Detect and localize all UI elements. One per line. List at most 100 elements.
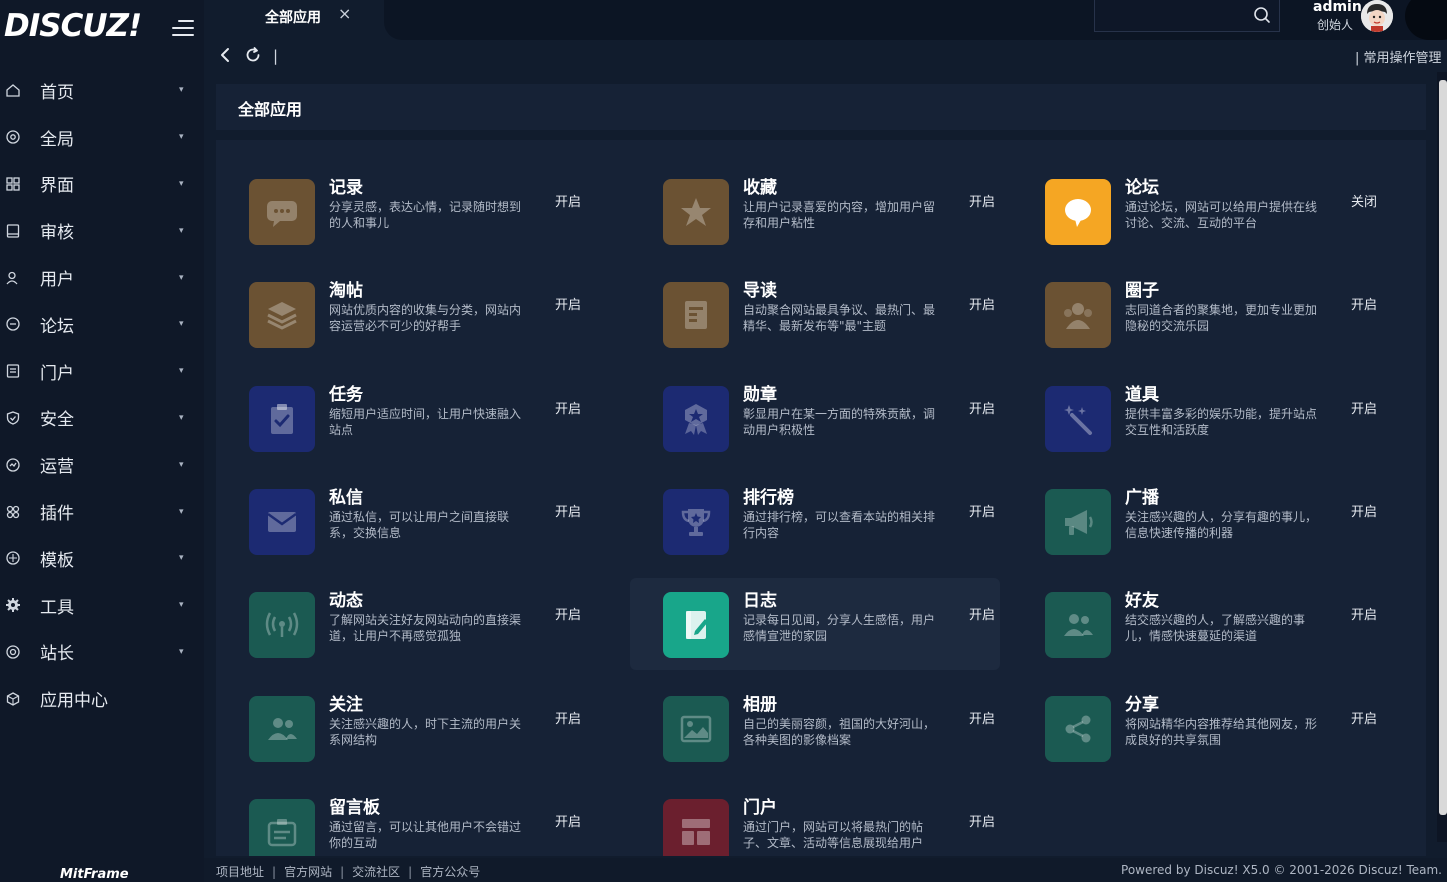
clipboard-check-icon[interactable]: [249, 385, 315, 452]
quick-ops-link[interactable]: | 常用操作管理: [1355, 47, 1442, 66]
app-name[interactable]: 好友: [1125, 586, 1159, 611]
app-card[interactable]: 论坛 通过论坛，网站可以给用户提供在线讨论、交流、互动的平台 关闭: [1012, 165, 1382, 257]
app-name[interactable]: 私信: [329, 483, 363, 508]
layers-icon[interactable]: [249, 282, 315, 349]
app-card[interactable]: 关注 关注感兴趣的人，时下主流的用户关系网结构 开启: [216, 682, 586, 774]
app-name[interactable]: 收藏: [743, 173, 777, 198]
menu-toggle-icon[interactable]: [172, 18, 194, 38]
footer-link[interactable]: 官方网站: [284, 865, 332, 879]
tab-all-apps[interactable]: 全部应用 ×: [238, 0, 384, 40]
app-status-toggle[interactable]: 开启: [1351, 398, 1377, 417]
app-status-toggle[interactable]: 开启: [969, 604, 995, 623]
app-status-toggle[interactable]: 开启: [555, 708, 581, 727]
app-status-toggle[interactable]: 开启: [555, 604, 581, 623]
sidebar-item[interactable]: 审核 ▾: [0, 207, 204, 254]
app-name[interactable]: 道具: [1125, 380, 1159, 405]
app-name[interactable]: 关注: [329, 690, 363, 715]
avatar[interactable]: [1361, 0, 1393, 32]
sidebar-item[interactable]: 界面 ▾: [0, 161, 204, 208]
envelope-icon[interactable]: [249, 488, 315, 555]
sidebar-item[interactable]: 模板 ▾: [0, 535, 204, 582]
app-card[interactable]: 淘帖 网站优质内容的收集与分类，网站内容运营必不可少的好帮手 开启: [216, 268, 586, 360]
app-card[interactable]: 相册 自己的美丽容颜，祖国的大好河山，各种美图的影像档案 开启: [630, 682, 1000, 774]
refresh-icon[interactable]: [244, 46, 262, 64]
app-card[interactable]: 门户 通过门户，网站可以将最热门的帖子、文章、活动等信息展现给用户 开启: [630, 785, 1000, 856]
app-status-toggle[interactable]: 开启: [969, 398, 995, 417]
group-icon[interactable]: [1045, 282, 1111, 349]
sidebar-item[interactable]: 运营 ▾: [0, 441, 204, 488]
app-name[interactable]: 勋章: [743, 380, 777, 405]
app-card[interactable]: 动态 了解网站关注好友网站动向的直接渠道，让用户不再感觉孤独 开启: [216, 578, 586, 670]
sidebar-item[interactable]: 应用中心: [0, 675, 204, 722]
app-name[interactable]: 记录: [329, 173, 363, 198]
sidebar-item[interactable]: 站长 ▾: [0, 629, 204, 676]
app-card[interactable]: 勋章 彰显用户在某一方面的特殊贡献，调动用户积极性 开启: [630, 372, 1000, 464]
chat-bubble-icon[interactable]: [249, 179, 315, 245]
footer-link[interactable]: 项目地址: [216, 865, 264, 879]
app-card[interactable]: 圈子 志同道合者的聚集地，更加专业更加隐秘的交流乐园 开启: [1012, 268, 1382, 360]
logo[interactable]: DISCUZ!: [4, 8, 142, 44]
sidebar-item[interactable]: 插件 ▾: [0, 488, 204, 535]
sidebar-item[interactable]: 用户 ▾: [0, 254, 204, 301]
app-status-toggle[interactable]: 开启: [555, 294, 581, 313]
app-name[interactable]: 论坛: [1125, 173, 1159, 198]
app-status-toggle[interactable]: 开启: [1351, 604, 1377, 623]
trophy-icon[interactable]: [663, 488, 729, 555]
app-status-toggle[interactable]: 开启: [969, 811, 995, 830]
sidebar-item[interactable]: 全局 ▾: [0, 114, 204, 161]
broadcast-icon[interactable]: [249, 592, 315, 659]
document-icon[interactable]: [663, 282, 729, 349]
app-name[interactable]: 导读: [743, 276, 777, 301]
image-icon[interactable]: [663, 695, 729, 762]
follow-icon[interactable]: [249, 695, 315, 762]
tab-close-icon[interactable]: ×: [338, 4, 351, 23]
app-name[interactable]: 任务: [329, 380, 363, 405]
footer-link[interactable]: 官方公众号: [420, 865, 480, 879]
app-status-toggle[interactable]: 开启: [555, 811, 581, 830]
app-status-toggle[interactable]: 开启: [969, 294, 995, 313]
magic-wand-icon[interactable]: [1045, 385, 1111, 452]
app-card[interactable]: 排行榜 通过排行榜，可以查看本站的相关排行内容 开启: [630, 475, 1000, 567]
app-card[interactable]: 记录 分享灵感，表达心情，记录随时想到的人和事儿 开启: [216, 165, 586, 257]
app-status-toggle[interactable]: 开启: [555, 398, 581, 417]
portal-grid-icon[interactable]: [663, 798, 729, 856]
app-name[interactable]: 相册: [743, 690, 777, 715]
app-name[interactable]: 分享: [1125, 690, 1159, 715]
speech-icon[interactable]: [1045, 179, 1111, 245]
app-card[interactable]: 日志 记录每日见闻，分享人生感悟，用户感情宣泄的家园 开启: [630, 578, 1000, 671]
app-name[interactable]: 门户: [743, 793, 777, 818]
scrollbar-thumb[interactable]: [1439, 80, 1447, 815]
app-status-toggle[interactable]: 开启: [969, 501, 995, 520]
app-status-toggle[interactable]: 关闭: [1351, 191, 1377, 210]
footer-link[interactable]: 交流社区: [352, 865, 400, 879]
app-name[interactable]: 排行榜: [743, 483, 794, 508]
app-card[interactable]: 道具 提供丰富多彩的娱乐功能，提升站点交互性和活跃度 开启: [1012, 372, 1382, 464]
app-status-toggle[interactable]: 开启: [555, 191, 581, 210]
app-status-toggle[interactable]: 开启: [1351, 708, 1377, 727]
journal-icon[interactable]: [663, 592, 729, 659]
friends-icon[interactable]: [1045, 592, 1111, 659]
app-card[interactable]: 私信 通过私信，可以让用户之间直接联系，交换信息 开启: [216, 475, 586, 567]
app-card[interactable]: 收藏 让用户记录喜爱的内容，增加用户留存和用户粘性 开启: [630, 165, 1000, 257]
app-card[interactable]: 好友 结交感兴趣的人，了解感兴趣的事儿，情感快速蔓延的渠道 开启: [1012, 578, 1382, 670]
app-status-toggle[interactable]: 开启: [1351, 294, 1377, 313]
app-card[interactable]: 留言板 通过留言，可以让其他用户不会错过你的互动 开启: [216, 785, 586, 856]
app-name[interactable]: 广播: [1125, 483, 1159, 508]
app-name[interactable]: 淘帖: [329, 276, 363, 301]
user-name[interactable]: admin: [1313, 0, 1362, 15]
megaphone-icon[interactable]: [1045, 488, 1111, 555]
app-name[interactable]: 圈子: [1125, 276, 1159, 301]
app-status-toggle[interactable]: 开启: [1351, 501, 1377, 520]
share-icon[interactable]: [1045, 695, 1111, 762]
star-icon[interactable]: [663, 179, 729, 245]
app-status-toggle[interactable]: 开启: [969, 708, 995, 727]
app-name[interactable]: 动态: [329, 586, 363, 611]
app-card[interactable]: 任务 缩短用户适应时间，让用户快速融入站点 开启: [216, 372, 586, 464]
app-status-toggle[interactable]: 开启: [555, 501, 581, 520]
medal-icon[interactable]: [663, 385, 729, 452]
app-name[interactable]: 留言板: [329, 793, 380, 818]
sidebar-item[interactable]: 门户 ▾: [0, 348, 204, 395]
sidebar-item[interactable]: 工具 ▾: [0, 582, 204, 629]
message-board-icon[interactable]: [249, 798, 315, 856]
search-icon[interactable]: [1253, 6, 1271, 24]
